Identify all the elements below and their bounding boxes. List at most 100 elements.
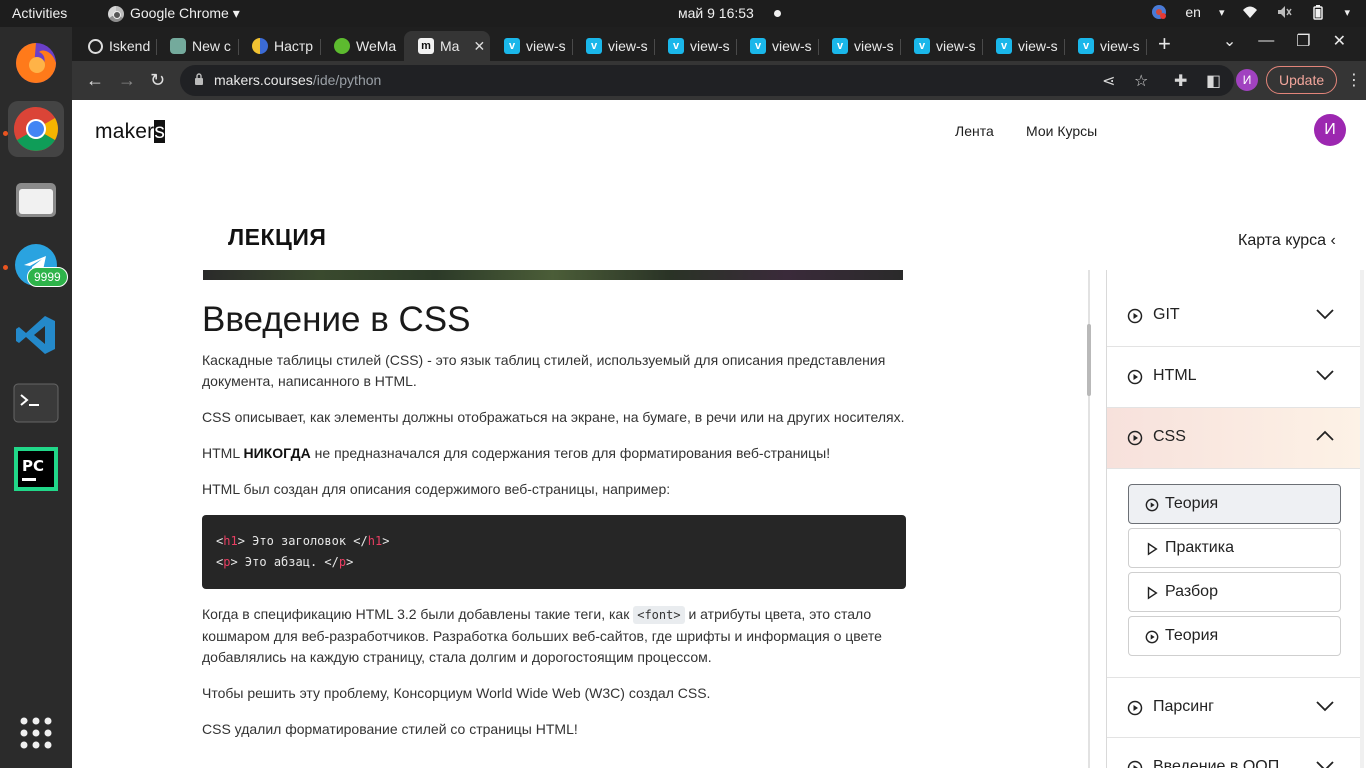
tab-label: view-s — [936, 38, 976, 54]
dock-chrome[interactable] — [8, 101, 64, 157]
chatgpt-icon — [170, 38, 186, 54]
dock-files[interactable] — [8, 171, 64, 227]
paragraph: HTML НИКОГДА не предназначался для содер… — [202, 443, 906, 464]
lesson-review[interactable]: Разбор — [1128, 572, 1341, 612]
volume-icon[interactable] — [1276, 4, 1293, 20]
tab-vimeo[interactable]: v view-s — [736, 31, 818, 61]
vimeo-icon: v — [668, 38, 684, 54]
tab-vimeo[interactable]: v view-s — [982, 31, 1064, 61]
section-label: HTML — [1153, 367, 1197, 384]
tab-vimeo[interactable]: v view-s — [1064, 31, 1146, 61]
play-circle-icon — [1145, 498, 1159, 512]
chrome-notification-icon[interactable] — [1151, 4, 1167, 20]
bookmark-star-icon[interactable]: ☆ — [1134, 71, 1148, 91]
tab-vimeo[interactable]: v view-s — [572, 31, 654, 61]
language-indicator[interactable]: en — [1185, 4, 1201, 20]
system-menu-arrow-icon[interactable]: ▾ — [1344, 6, 1350, 19]
url-host: makers.courses — [214, 72, 313, 88]
browser-tab-strip: Iskend New c Настр WeMa m Ma ✕ v view-s … — [72, 27, 1366, 61]
section-parsing[interactable]: Парсинг — [1107, 677, 1361, 738]
code-text: Это абзац. — [237, 555, 325, 569]
nav-feed-link[interactable]: Лента — [955, 123, 994, 139]
forward-icon[interactable]: → — [118, 70, 136, 91]
section-label: GIT — [1153, 306, 1180, 323]
profile-avatar[interactable]: И — [1236, 69, 1258, 91]
dropdown-arrow-icon: ▾ — [1218, 6, 1225, 19]
address-bar[interactable]: makers.courses/ide/python ⋖ ☆ — [180, 65, 1234, 96]
tab-vimeo[interactable]: v view-s — [900, 31, 982, 61]
tab-makers-active[interactable]: m Ma ✕ — [404, 31, 490, 61]
tab-chatgpt[interactable]: New c — [156, 31, 238, 61]
play-triangle-icon — [1147, 542, 1158, 556]
url-text[interactable]: makers.courses/ide/python — [214, 72, 381, 88]
section-css[interactable]: CSS — [1107, 408, 1361, 469]
section-html[interactable]: HTML — [1107, 347, 1361, 408]
dock-firefox[interactable] — [8, 35, 64, 91]
chrome-menu-icon[interactable]: ⋮ — [1346, 70, 1362, 90]
minimize-icon[interactable]: — — [1258, 32, 1274, 50]
close-window-icon[interactable]: ✕ — [1333, 31, 1346, 51]
dock-vscode[interactable] — [8, 307, 64, 363]
paragraph: Когда в спецификацию HTML 3.2 были добав… — [202, 604, 906, 668]
tab-github[interactable]: Iskend — [74, 31, 156, 61]
vimeo-icon: v — [996, 38, 1012, 54]
lecture-title: Введение в CSS — [202, 300, 471, 339]
url-path: /ide/python — [312, 72, 382, 88]
tab-vimeo[interactable]: v view-s — [818, 31, 900, 61]
content-scrollbar-thumb[interactable] — [1087, 324, 1091, 396]
section-oop[interactable]: Введение в ООП — [1107, 738, 1361, 768]
play-circle-icon — [1127, 760, 1143, 768]
firefox-icon — [16, 43, 56, 83]
play-triangle-icon — [1147, 586, 1158, 600]
play-circle-icon — [1127, 369, 1143, 385]
lesson-theory[interactable]: Теория — [1128, 484, 1341, 524]
close-tab-icon[interactable]: ✕ — [473, 38, 485, 55]
notification-dot-icon — [774, 10, 781, 17]
update-button[interactable]: Update — [1266, 66, 1338, 94]
share-icon[interactable]: ⋖ — [1102, 71, 1115, 91]
system-tray[interactable]: en ▾ ▾ — [1151, 4, 1350, 20]
new-tab-icon[interactable]: + — [1158, 31, 1171, 57]
tab-vimeo[interactable]: v view-s — [490, 31, 572, 61]
dock-terminal[interactable] — [8, 375, 64, 431]
lesson-practice[interactable]: Практика — [1128, 528, 1341, 568]
section-label: Парсинг — [1153, 698, 1214, 715]
svg-text:PC: PC — [22, 457, 44, 475]
tab-settings[interactable]: Настр — [238, 31, 320, 61]
tab-search-icon[interactable]: ⌄ — [1223, 31, 1236, 51]
side-panel-icon[interactable]: ◧ — [1206, 71, 1221, 91]
tab-wema[interactable]: WeMa — [320, 31, 402, 61]
vimeo-icon: v — [1078, 38, 1094, 54]
section-git[interactable]: GIT — [1107, 286, 1361, 347]
site-logo[interactable]: makers — [95, 120, 166, 144]
tab-divider — [1146, 39, 1147, 55]
paragraph: Каскадные таблицы стилей (CSS) - это язы… — [202, 352, 886, 389]
back-icon[interactable]: ← — [86, 70, 104, 91]
reload-icon[interactable]: ↻ — [150, 70, 165, 91]
sidebar-scrollbar[interactable] — [1360, 270, 1364, 768]
maximize-icon[interactable]: ❐ — [1296, 31, 1310, 51]
tab-label: Ma — [440, 38, 460, 54]
tab-label: view-s — [608, 38, 648, 54]
dock-pycharm[interactable]: PC — [8, 441, 64, 497]
user-avatar[interactable]: И — [1314, 114, 1346, 146]
tab-vimeo[interactable]: v view-s — [654, 31, 736, 61]
tab-label: view-s — [526, 38, 566, 54]
telegram-unread-badge: 9999 — [27, 267, 68, 287]
wifi-icon[interactable] — [1242, 4, 1258, 20]
battery-icon[interactable] — [1310, 4, 1326, 20]
code-punct: > — [237, 534, 245, 548]
app-menu[interactable]: Google Chrome ▾ — [108, 5, 240, 22]
lesson-theory-2[interactable]: Теория — [1128, 616, 1341, 656]
lock-icon[interactable] — [194, 73, 204, 85]
lecture-content: Введение в CSS Каскадные таблицы стилей … — [202, 298, 906, 755]
nav-my-courses-link[interactable]: Мои Курсы — [1026, 123, 1097, 139]
chevron-up-icon — [1316, 430, 1334, 441]
dock-show-apps[interactable] — [8, 705, 64, 761]
course-map-toggle[interactable]: Карта курса ‹ — [1238, 232, 1336, 250]
web-page: makers Лента Мои Курсы И ЛЕКЦИЯ Карта ку… — [72, 100, 1366, 768]
activities-button[interactable]: Activities — [12, 5, 67, 21]
chevron-down-icon — [1316, 761, 1334, 768]
extensions-puzzle-icon[interactable]: ✚ — [1174, 71, 1187, 91]
clock[interactable]: май 9 16:53 — [678, 5, 754, 21]
